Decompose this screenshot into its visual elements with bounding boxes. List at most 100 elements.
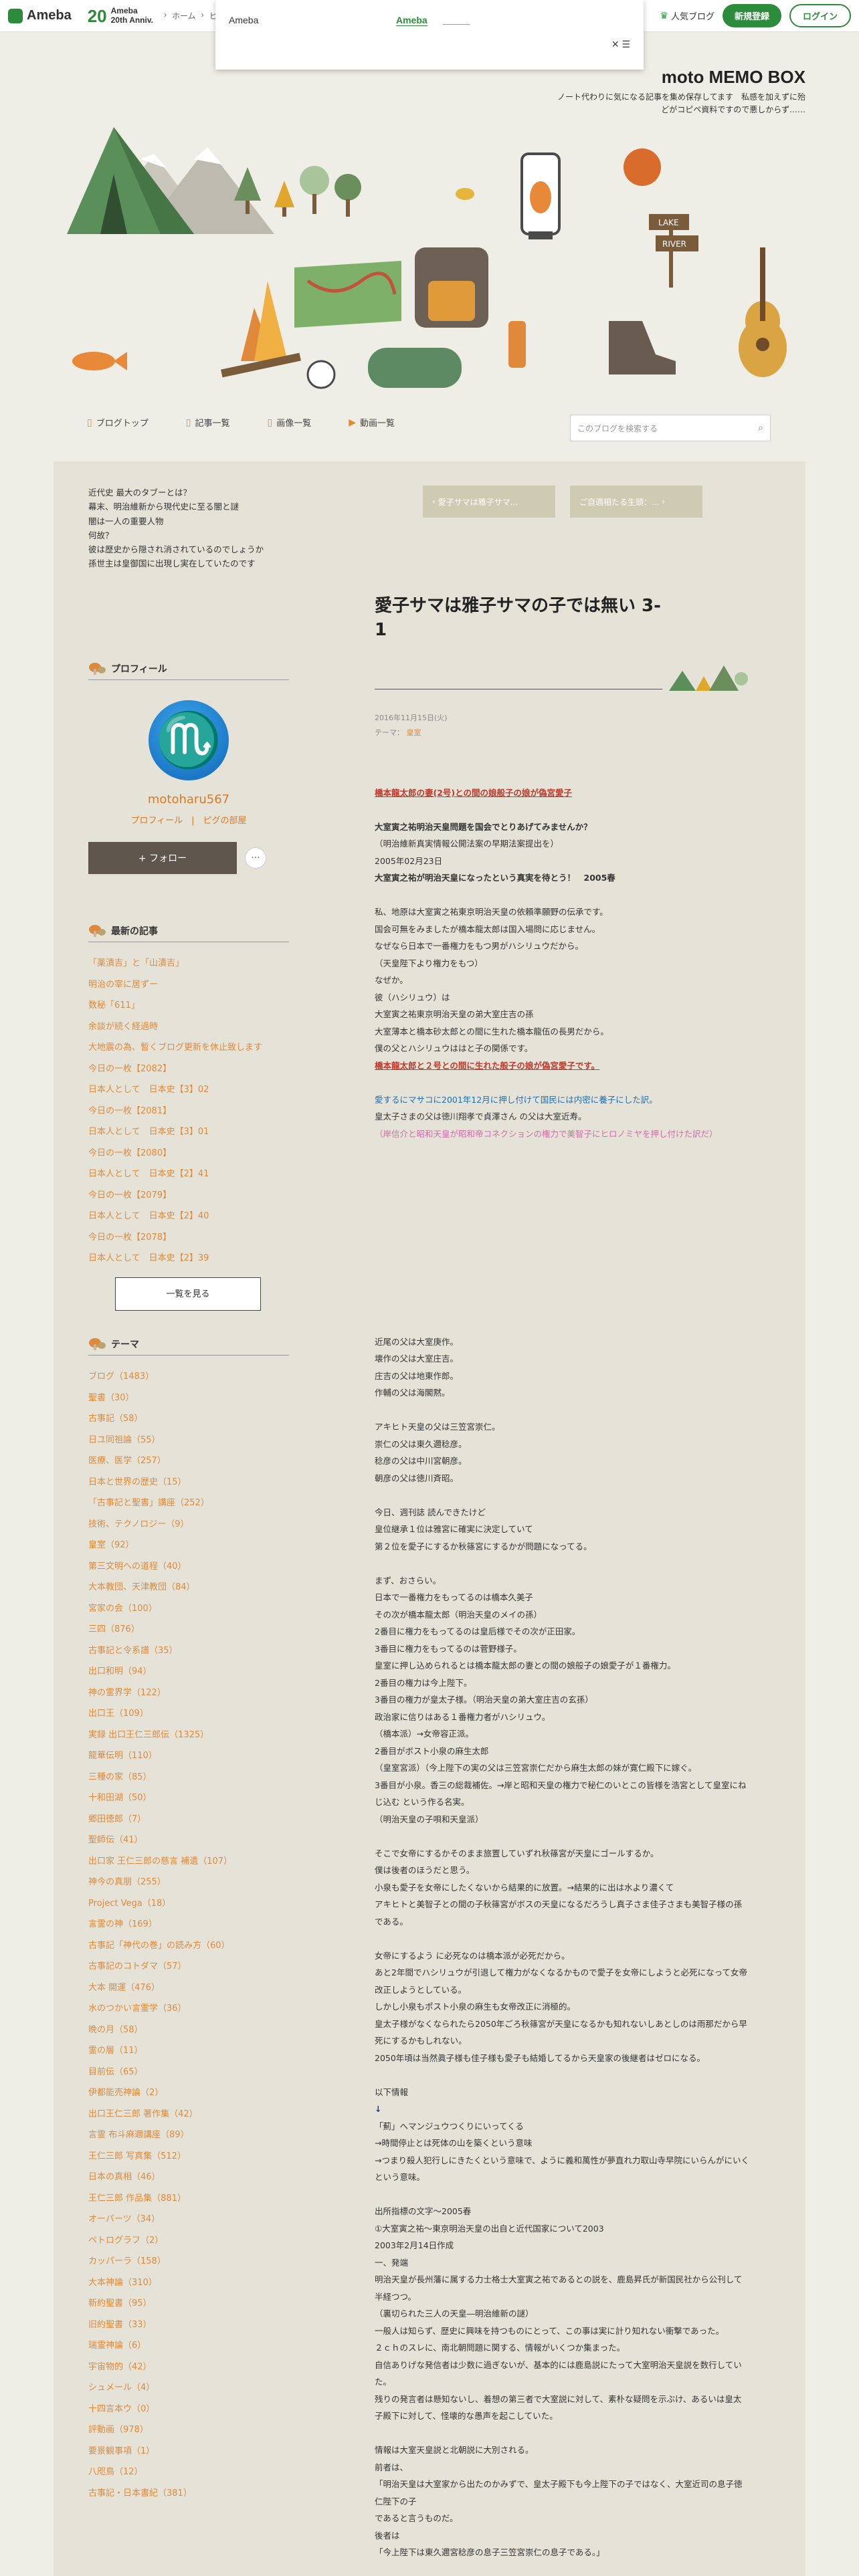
theme-item[interactable]: 出口王仁三郎 著作集（42）	[88, 2104, 289, 2125]
theme-item[interactable]: ペトログラフ（2）	[88, 2230, 289, 2252]
theme-item[interactable]: 出口家 王仁三郎の慈言 補遺（107）	[88, 1851, 289, 1872]
theme-link[interactable]: 皇室	[407, 728, 421, 737]
theme-item[interactable]: 第三文明への道程（40）	[88, 1556, 289, 1578]
theme-item[interactable]: 聖師伝（41）	[88, 1830, 289, 1851]
theme-item[interactable]: 実録 出口王仁三郎伝（1325）	[88, 1725, 289, 1746]
breadcrumb-home[interactable]: ホーム	[172, 10, 196, 21]
recent-item[interactable]: 数秘「611」	[88, 995, 289, 1016]
theme-item[interactable]: 水のつかい言霊学（36）	[88, 1998, 289, 2020]
theme-item[interactable]: 目前伝（65）	[88, 2062, 289, 2083]
theme-item[interactable]: 要景観事項（1）	[88, 2441, 289, 2462]
theme-list: ブログ（1483） 聖書（30） 古事記（58） 日ユ同祖論（55） 医療、医学（257…	[88, 1366, 289, 2504]
theme-item[interactable]: オーパーツ（34）	[88, 2209, 289, 2230]
theme-item[interactable]: 出口王（109）	[88, 1703, 289, 1725]
theme-item[interactable]: 龍華伝明（110）	[88, 1745, 289, 1767]
theme-item[interactable]: ブログ（1483）	[88, 1366, 289, 1388]
theme-item[interactable]: 瑞霊神論（6）	[88, 2335, 289, 2357]
view-all-button[interactable]: 一覧を見る	[115, 1277, 261, 1311]
theme-item[interactable]: 十四言本ウ（0）	[88, 2399, 289, 2420]
theme-item[interactable]: 旧約聖書（33）	[88, 2315, 289, 2336]
theme-item[interactable]: 王仁三郎 作品集（881）	[88, 2188, 289, 2210]
theme-item[interactable]: 古事記・日本書紀（381）	[88, 2483, 289, 2504]
theme-item[interactable]: 聖書（30）	[88, 1388, 289, 1409]
username[interactable]: motoharu567	[88, 792, 289, 807]
theme-item[interactable]: 古事記のコトダマ（57）	[88, 1956, 289, 1977]
theme-item[interactable]: Project Vega（18）	[88, 1893, 289, 1915]
recent-item[interactable]: 「薬漬吉」と「山漬吉」	[88, 953, 289, 974]
recent-item[interactable]: 今日の一枚【2078】	[88, 1227, 289, 1249]
profile-links[interactable]: プロフィール | ピグの部屋	[88, 813, 289, 826]
recent-item[interactable]: 今日の一枚【2080】	[88, 1143, 289, 1164]
theme-item[interactable]: 皇室（92）	[88, 1535, 289, 1556]
theme-item[interactable]: シュメール（4）	[88, 2377, 289, 2399]
theme-item[interactable]: 宇宙物的（42）	[88, 2357, 289, 2378]
popular-blogs-link[interactable]: ♛ 人気ブログ	[660, 9, 714, 22]
theme-item[interactable]: 「古事記と聖書」講座（252）	[88, 1493, 289, 1514]
recent-item[interactable]: 今日の一枚【2079】	[88, 1185, 289, 1206]
theme-item[interactable]: 晩の月（58）	[88, 2020, 289, 2041]
blog-search-input[interactable]: このブログを検索する ⌕	[570, 415, 771, 441]
nav-article-list[interactable]: ▯ 記事一覧	[186, 416, 230, 429]
follow-button[interactable]: + フォロー	[88, 842, 237, 874]
theme-item[interactable]: 十和田湖（50）	[88, 1788, 289, 1809]
recent-item[interactable]: 明治の宰に居ずー	[88, 974, 289, 996]
theme-item[interactable]: 日本の真相（46）	[88, 2167, 289, 2188]
theme-item[interactable]: 技術、テクノロジー（9）	[88, 1514, 289, 1535]
more-options-icon[interactable]: ···	[245, 847, 266, 869]
theme-item[interactable]: 医療、医学（257）	[88, 1451, 289, 1472]
recent-item[interactable]: 日本人として 日本史【3】02	[88, 1079, 289, 1101]
nav-video-list[interactable]: ▶ 動画一覧	[349, 416, 395, 429]
theme-item[interactable]: 三四（876）	[88, 1619, 289, 1640]
theme-item[interactable]: 霊の層（11）	[88, 2040, 289, 2062]
theme-item[interactable]: 伊都能売神論（2）	[88, 2082, 289, 2104]
theme-item[interactable]: 大本神論（310）	[88, 2272, 289, 2294]
body-line: あと2年間でハシリュウが引退して権力がなくなるかもので愛子を女帝にしようと必死に…	[375, 1967, 747, 1995]
recent-item[interactable]: 今日の一枚【2082】	[88, 1059, 289, 1080]
theme-item[interactable]: 宮家の会（100）	[88, 1598, 289, 1620]
search-icon[interactable]: ⌕	[758, 423, 763, 433]
recent-item[interactable]: 日本人として 日本史【2】39	[88, 1248, 289, 1269]
theme-item[interactable]: 大本 開運（476）	[88, 1977, 289, 1999]
popup-close-icon[interactable]: ✕ ☰	[611, 39, 630, 50]
post-date: 2016年11月15日(火)	[375, 713, 448, 722]
nav-image-list[interactable]: ▯ 画像一覧	[267, 416, 311, 429]
login-button[interactable]: ログイン	[789, 4, 851, 27]
recent-item[interactable]: 今日の一枚【2081】	[88, 1101, 289, 1122]
theme-item[interactable]: カッパーラ（158）	[88, 2251, 289, 2272]
title-divider	[375, 659, 749, 692]
theme-item[interactable]: 新約聖書（95）	[88, 2293, 289, 2315]
theme-item[interactable]: 八咫鳥（12）	[88, 2462, 289, 2483]
next-article-button[interactable]: ご自適相たる生頭：... ›	[570, 486, 702, 518]
signup-button[interactable]: 新規登録	[722, 4, 781, 27]
theme-item[interactable]: 日本と世界の歴史（15）	[88, 1472, 289, 1493]
theme-heading-text: テーマ	[111, 1339, 139, 1350]
theme-item[interactable]: 言霊 布斗麻邇講座（89）	[88, 2125, 289, 2146]
body-line: しかし小泉もポスト小泉の麻生も女帝改正に消極的。	[375, 2002, 576, 2012]
body-line: 稔彦の父は中川宮朝彦。	[375, 1456, 467, 1467]
popup-brand-link[interactable]: Ameba	[396, 15, 427, 26]
nav-blog-top[interactable]: ▯ ブログトップ	[87, 416, 149, 429]
prev-article-button[interactable]: ‹ 愛子サマは雅子サマ...	[423, 486, 555, 518]
recent-list: 「薬漬吉」と「山漬吉」 明治の宰に居ずー 数秘「611」 余談が続く経過時 大地…	[88, 953, 289, 1269]
theme-item[interactable]: 評動画（978）	[88, 2420, 289, 2441]
anniversary-badge[interactable]: 20 Ameba 20th Anniv.	[88, 7, 153, 25]
theme-item[interactable]: 出口和明（94）	[88, 1661, 289, 1683]
theme-item[interactable]: 大本教団、天津教団（84）	[88, 1577, 289, 1598]
recent-item[interactable]: 大地震の為、暫くブログ更新を休止致します	[88, 1037, 289, 1059]
theme-item[interactable]: 王仁三郎 写真集（512）	[88, 2146, 289, 2167]
avatar[interactable]: ♏	[149, 700, 229, 780]
theme-item[interactable]: 言霊の神（169）	[88, 1914, 289, 1935]
theme-item[interactable]: 郷田徳郎（7）	[88, 1809, 289, 1830]
theme-item[interactable]: 神の霊界学（122）	[88, 1683, 289, 1704]
ameba-logo[interactable]: Ameba	[8, 8, 72, 23]
theme-item[interactable]: 古事記「神代の巻」の読み方（60）	[88, 1935, 289, 1957]
theme-item[interactable]: 三種の家（85）	[88, 1767, 289, 1788]
theme-item[interactable]: 日ユ同祖論（55）	[88, 1430, 289, 1451]
recent-item[interactable]: 日本人として 日本史【2】40	[88, 1206, 289, 1227]
theme-item[interactable]: 古事記（58）	[88, 1408, 289, 1430]
recent-item[interactable]: 日本人として 日本史【2】41	[88, 1164, 289, 1185]
recent-item[interactable]: 日本人として 日本史【3】01	[88, 1121, 289, 1143]
theme-item[interactable]: 古事記と令系譜（35）	[88, 1640, 289, 1662]
theme-item[interactable]: 神今の真朋（255）	[88, 1872, 289, 1893]
recent-item[interactable]: 余談が続く経過時	[88, 1016, 289, 1038]
